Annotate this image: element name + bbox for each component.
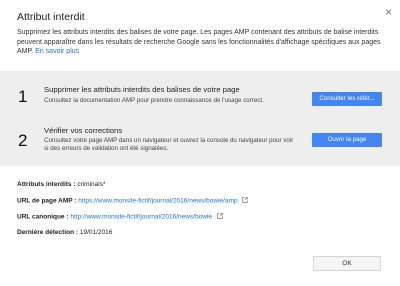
close-icon[interactable]: × — [385, 6, 392, 18]
canonical-url-row: URL canonique : http://www.monsite-ficti… — [17, 213, 223, 221]
amp-url-link[interactable]: https://www.monsite-fictif/journal/2016/… — [78, 198, 237, 205]
canonical-url-label: URL canonique : — [17, 213, 69, 221]
step-number: 2 — [18, 131, 28, 150]
open-page-button[interactable]: Ouvrir la page — [312, 133, 382, 147]
forbidden-attributes-label: Attributs interdits : — [17, 181, 76, 188]
step-title: Vérifier vos corrections — [44, 126, 123, 135]
learn-more-link[interactable]: En savoir plus — [35, 48, 79, 55]
forbidden-attributes-value: criminals* — [77, 181, 106, 188]
step-description: Consultez la documentation AMP pour pren… — [44, 97, 264, 104]
step-2: 2 Vérifier vos corrections Consultez vot… — [0, 120, 400, 164]
canonical-url-link[interactable]: http://www.monsite-fictif/journal/2016/n… — [70, 214, 212, 221]
step-title: Supprimer les attributs interdits des ba… — [44, 85, 240, 94]
external-link-icon[interactable] — [242, 197, 249, 203]
dialog-title: Attribut interdit — [17, 11, 85, 23]
step-description: Consultez votre page AMP dans un navigat… — [44, 137, 294, 152]
view-references-button[interactable]: Consulter les référ... — [312, 92, 382, 106]
steps-panel: 1 Supprimer les attributs interdits des … — [0, 71, 400, 166]
forbidden-attribute-dialog: × Attribut interdit Supprimez les attrib… — [0, 0, 400, 286]
external-link-icon[interactable] — [217, 213, 223, 219]
intro-paragraph: Supprimez les attributs interdits des ba… — [17, 28, 385, 57]
amp-url-row: URL de page AMP : https://www.monsite-fi… — [17, 197, 249, 205]
step-number: 1 — [18, 87, 28, 106]
last-detection-row: Dernière détection : 19/01/2016 — [17, 229, 112, 236]
step-1: 1 Supprimer les attributs interdits des … — [0, 77, 400, 121]
last-detection-value: 19/01/2016 — [79, 229, 113, 236]
last-detection-label: Dernière détection : — [17, 229, 79, 236]
forbidden-attributes-row: Attributs interdits : criminals* — [17, 181, 105, 188]
amp-url-label: URL de page AMP : — [17, 197, 77, 205]
ok-button[interactable]: OK — [313, 256, 381, 271]
